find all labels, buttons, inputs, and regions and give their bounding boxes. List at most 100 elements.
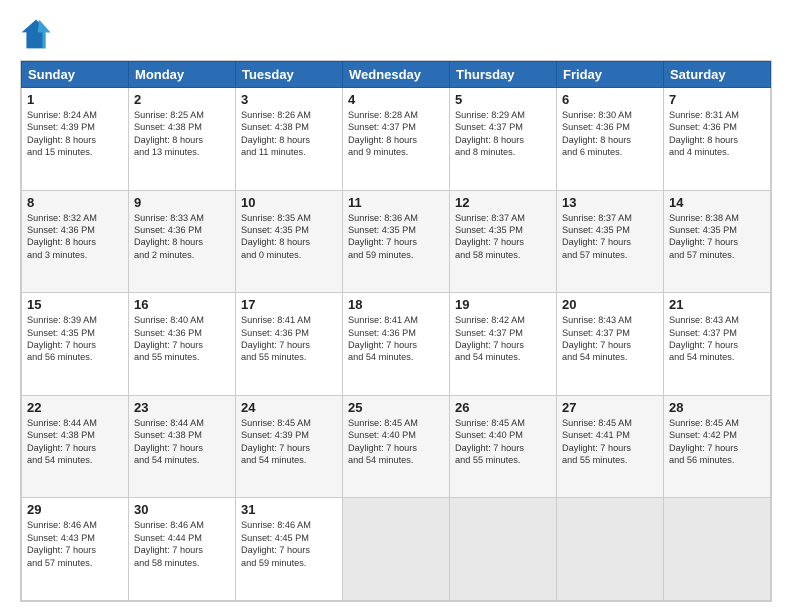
dow-header-tuesday: Tuesday	[236, 62, 343, 88]
day-info: Sunrise: 8:46 AMSunset: 4:43 PMDaylight:…	[27, 519, 123, 569]
calendar-cell: 27Sunrise: 8:45 AMSunset: 4:41 PMDayligh…	[557, 395, 664, 498]
calendar-cell: 1 Sunrise: 8:24 AMSunset: 4:39 PMDaylight…	[22, 88, 129, 191]
day-info: Sunrise: 8:33 AMSunset: 4:36 PMDaylight:…	[134, 212, 230, 262]
day-number: 27	[562, 400, 658, 415]
day-info: Sunrise: 8:28 AMSunset: 4:37 PMDaylight:…	[348, 109, 444, 159]
calendar-cell	[343, 498, 450, 601]
week-row-3: 15Sunrise: 8:39 AMSunset: 4:35 PMDayligh…	[22, 293, 771, 396]
day-number: 4	[348, 92, 444, 107]
dow-header-sunday: Sunday	[22, 62, 129, 88]
day-info: Sunrise: 8:46 AMSunset: 4:45 PMDaylight:…	[241, 519, 337, 569]
calendar-cell: 15Sunrise: 8:39 AMSunset: 4:35 PMDayligh…	[22, 293, 129, 396]
calendar-body: 1 Sunrise: 8:24 AMSunset: 4:39 PMDaylight…	[22, 88, 771, 601]
day-number: 19	[455, 297, 551, 312]
calendar-cell: 28 Sunrise: 8:45 AMSunset: 4:42 PMDayligh…	[664, 395, 771, 498]
day-number: 31	[241, 502, 337, 517]
day-info: Sunrise: 8:32 AMSunset: 4:36 PMDaylight:…	[27, 212, 123, 262]
day-number: 23	[134, 400, 230, 415]
day-number: 28	[669, 400, 765, 415]
day-info: Sunrise: 8:40 AMSunset: 4:36 PMDaylight:…	[134, 314, 230, 364]
day-info: Sunrise: 8:26 AMSunset: 4:38 PMDaylight:…	[241, 109, 337, 159]
day-number: 14	[669, 195, 765, 210]
day-number: 13	[562, 195, 658, 210]
day-number: 30	[134, 502, 230, 517]
day-number: 17	[241, 297, 337, 312]
day-info: Sunrise: 8:46 AMSunset: 4:44 PMDaylight:…	[134, 519, 230, 569]
day-number: 1	[27, 92, 123, 107]
day-info: Sunrise: 8:36 AMSunset: 4:35 PMDaylight:…	[348, 212, 444, 262]
day-number: 16	[134, 297, 230, 312]
day-number: 6	[562, 92, 658, 107]
day-number: 7	[669, 92, 765, 107]
week-row-5: 29 Sunrise: 8:46 AMSunset: 4:43 PMDayligh…	[22, 498, 771, 601]
day-info: Sunrise: 8:25 AMSunset: 4:38 PMDaylight:…	[134, 109, 230, 159]
day-info: Sunrise: 8:31 AMSunset: 4:36 PMDaylight:…	[669, 109, 765, 159]
day-info: Sunrise: 8:37 AMSunset: 4:35 PMDaylight:…	[562, 212, 658, 262]
day-info: Sunrise: 8:45 AMSunset: 4:39 PMDaylight:…	[241, 417, 337, 467]
calendar-cell: 22 Sunrise: 8:44 AMSunset: 4:38 PMDayligh…	[22, 395, 129, 498]
week-row-1: 1 Sunrise: 8:24 AMSunset: 4:39 PMDaylight…	[22, 88, 771, 191]
calendar-cell: 19 Sunrise: 8:42 AMSunset: 4:37 PMDayligh…	[450, 293, 557, 396]
calendar-cell: 3 Sunrise: 8:26 AMSunset: 4:38 PMDaylight…	[236, 88, 343, 191]
calendar-cell	[450, 498, 557, 601]
day-info: Sunrise: 8:45 AMSunset: 4:42 PMDaylight:…	[669, 417, 765, 467]
dow-header-thursday: Thursday	[450, 62, 557, 88]
day-info: Sunrise: 8:29 AMSunset: 4:37 PMDaylight:…	[455, 109, 551, 159]
calendar: SundayMondayTuesdayWednesdayThursdayFrid…	[20, 60, 772, 602]
day-info: Sunrise: 8:44 AMSunset: 4:38 PMDaylight:…	[27, 417, 123, 467]
calendar-cell	[557, 498, 664, 601]
day-info: Sunrise: 8:43 AMSunset: 4:37 PMDaylight:…	[669, 314, 765, 364]
calendar-cell: 23 Sunrise: 8:44 AMSunset: 4:38 PMDayligh…	[129, 395, 236, 498]
calendar-cell: 12Sunrise: 8:37 AMSunset: 4:35 PMDayligh…	[450, 190, 557, 293]
calendar-cell: 24Sunrise: 8:45 AMSunset: 4:39 PMDayligh…	[236, 395, 343, 498]
calendar-cell: 31 Sunrise: 8:46 AMSunset: 4:45 PMDayligh…	[236, 498, 343, 601]
page: SundayMondayTuesdayWednesdayThursdayFrid…	[0, 0, 792, 612]
day-info: Sunrise: 8:44 AMSunset: 4:38 PMDaylight:…	[134, 417, 230, 467]
calendar-cell: 9Sunrise: 8:33 AMSunset: 4:36 PMDaylight…	[129, 190, 236, 293]
calendar-cell: 4 Sunrise: 8:28 AMSunset: 4:37 PMDaylight…	[343, 88, 450, 191]
day-info: Sunrise: 8:37 AMSunset: 4:35 PMDaylight:…	[455, 212, 551, 262]
day-info: Sunrise: 8:45 AMSunset: 4:40 PMDaylight:…	[348, 417, 444, 467]
dow-header-friday: Friday	[557, 62, 664, 88]
calendar-cell: 8 Sunrise: 8:32 AMSunset: 4:36 PMDaylight…	[22, 190, 129, 293]
day-number: 20	[562, 297, 658, 312]
calendar-cell: 20 Sunrise: 8:43 AMSunset: 4:37 PMDayligh…	[557, 293, 664, 396]
day-number: 18	[348, 297, 444, 312]
dow-header-wednesday: Wednesday	[343, 62, 450, 88]
day-number: 25	[348, 400, 444, 415]
dow-header-monday: Monday	[129, 62, 236, 88]
day-number: 11	[348, 195, 444, 210]
day-number: 2	[134, 92, 230, 107]
dow-header-saturday: Saturday	[664, 62, 771, 88]
day-info: Sunrise: 8:45 AMSunset: 4:40 PMDaylight:…	[455, 417, 551, 467]
calendar-cell: 25 Sunrise: 8:45 AMSunset: 4:40 PMDayligh…	[343, 395, 450, 498]
day-info: Sunrise: 8:41 AMSunset: 4:36 PMDaylight:…	[241, 314, 337, 364]
calendar-cell: 10Sunrise: 8:35 AMSunset: 4:35 PMDayligh…	[236, 190, 343, 293]
calendar-cell: 5Sunrise: 8:29 AMSunset: 4:37 PMDaylight…	[450, 88, 557, 191]
day-info: Sunrise: 8:41 AMSunset: 4:36 PMDaylight:…	[348, 314, 444, 364]
calendar-cell: 6 Sunrise: 8:30 AMSunset: 4:36 PMDaylight…	[557, 88, 664, 191]
day-number: 3	[241, 92, 337, 107]
day-info: Sunrise: 8:30 AMSunset: 4:36 PMDaylight:…	[562, 109, 658, 159]
day-number: 8	[27, 195, 123, 210]
day-number: 26	[455, 400, 551, 415]
calendar-cell: 26 Sunrise: 8:45 AMSunset: 4:40 PMDayligh…	[450, 395, 557, 498]
day-info: Sunrise: 8:43 AMSunset: 4:37 PMDaylight:…	[562, 314, 658, 364]
logo-icon	[20, 18, 52, 50]
day-number: 10	[241, 195, 337, 210]
calendar-cell: 29 Sunrise: 8:46 AMSunset: 4:43 PMDayligh…	[22, 498, 129, 601]
day-number: 29	[27, 502, 123, 517]
calendar-cell: 7 Sunrise: 8:31 AMSunset: 4:36 PMDaylight…	[664, 88, 771, 191]
header	[20, 18, 772, 50]
day-info: Sunrise: 8:42 AMSunset: 4:37 PMDaylight:…	[455, 314, 551, 364]
calendar-cell: 11 Sunrise: 8:36 AMSunset: 4:35 PMDayligh…	[343, 190, 450, 293]
calendar-cell: 17 Sunrise: 8:41 AMSunset: 4:36 PMDayligh…	[236, 293, 343, 396]
logo	[20, 18, 56, 50]
day-number: 21	[669, 297, 765, 312]
day-number: 22	[27, 400, 123, 415]
day-info: Sunrise: 8:39 AMSunset: 4:35 PMDaylight:…	[27, 314, 123, 364]
calendar-cell: 14Sunrise: 8:38 AMSunset: 4:35 PMDayligh…	[664, 190, 771, 293]
day-info: Sunrise: 8:24 AMSunset: 4:39 PMDaylight:…	[27, 109, 123, 159]
calendar-cell: 13 Sunrise: 8:37 AMSunset: 4:35 PMDayligh…	[557, 190, 664, 293]
calendar-cell: 18 Sunrise: 8:41 AMSunset: 4:36 PMDayligh…	[343, 293, 450, 396]
